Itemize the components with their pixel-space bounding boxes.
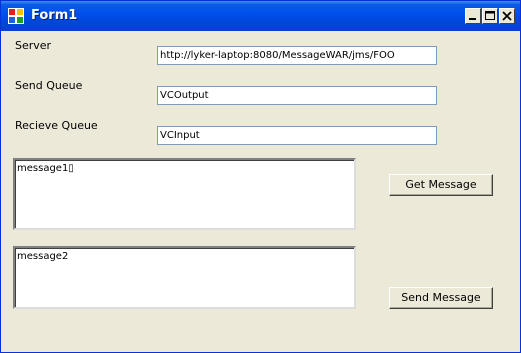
send-message-button[interactable]: Send Message [389,287,493,309]
message1-textarea[interactable]: message1▯ [13,158,356,230]
form-icon [8,8,24,24]
form1-window: Form1 Server http://lyker-laptop:8080/Me… [0,0,521,353]
minimize-icon [469,18,476,20]
get-message-button[interactable]: Get Message [389,174,493,196]
send-queue-input[interactable]: VCOutput [157,86,437,105]
close-button[interactable] [499,8,515,24]
close-icon [502,11,512,21]
server-input[interactable]: http://lyker-laptop:8080/MessageWAR/jms/… [157,46,437,65]
receive-queue-input[interactable]: VCInput [157,126,437,145]
receive-queue-label: Recieve Queue [15,119,98,132]
window-title: Form1 [31,8,78,23]
maximize-button[interactable] [482,8,498,24]
message2-textarea[interactable]: message2 [13,246,356,309]
send-queue-label: Send Queue [15,79,83,92]
minimize-button[interactable] [465,8,481,24]
title-bar[interactable]: Form1 [1,1,520,31]
form-client-area: Server http://lyker-laptop:8080/MessageW… [1,31,520,352]
maximize-icon [485,11,495,20]
server-label: Server [15,39,52,52]
